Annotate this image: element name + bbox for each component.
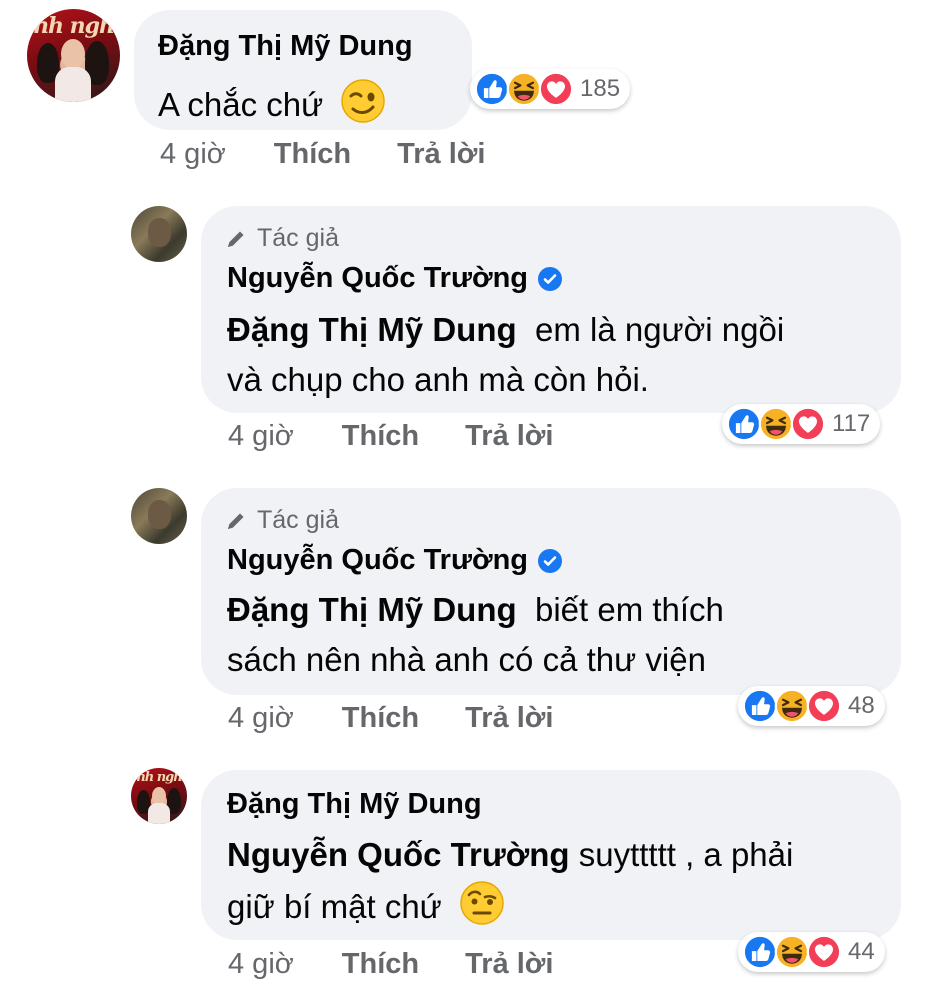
comment-bubble[interactable]: Tác giả Nguyễn Quốc Trường Đặng Thị Mỹ D… bbox=[201, 488, 901, 695]
haha-icon bbox=[774, 934, 810, 970]
comment-author[interactable]: Đặng Thị Mỹ Dung bbox=[158, 30, 413, 63]
love-icon bbox=[806, 688, 842, 724]
mention-link[interactable]: Đặng Thị Mỹ Dung bbox=[227, 591, 517, 628]
reaction-count: 44 bbox=[848, 938, 875, 965]
avatar[interactable]: nh ngh bbox=[27, 9, 120, 102]
like-button[interactable]: Thích bbox=[342, 948, 419, 981]
reaction-summary[interactable]: 48 bbox=[738, 686, 885, 726]
timestamp[interactable]: 4 giờ bbox=[228, 420, 294, 453]
author-tag: Tác giả bbox=[225, 506, 339, 535]
comment-body-line2: giữ bí mật chứ bbox=[227, 888, 442, 926]
like-icon bbox=[742, 688, 778, 724]
avatar-banner-text: nh ngh bbox=[136, 770, 182, 785]
comment-actions: 4 giờ Thích Trả lời bbox=[228, 702, 599, 735]
reply-button[interactable]: Trả lời bbox=[465, 702, 553, 735]
comment-bubble[interactable]: Đặng Thị Mỹ Dung Nguyễn Quốc Trường suyt… bbox=[201, 770, 901, 940]
reply-button[interactable]: Trả lời bbox=[465, 420, 553, 453]
reply-button[interactable]: Trả lời bbox=[465, 948, 553, 981]
author-tag-label: Tác giả bbox=[257, 224, 339, 252]
comment-body-line1: biết em thích bbox=[534, 591, 724, 628]
reply-button[interactable]: Trả lời bbox=[397, 138, 485, 171]
mention-link[interactable]: Đặng Thị Mỹ Dung bbox=[227, 311, 517, 348]
like-icon bbox=[726, 406, 762, 442]
reaction-summary[interactable]: 185 bbox=[470, 69, 631, 109]
mention-link[interactable]: Nguyễn Quốc Trường bbox=[227, 836, 570, 873]
love-icon bbox=[538, 71, 574, 107]
comment-author[interactable]: Nguyễn Quốc Trường bbox=[227, 544, 563, 577]
comment-body: A chắc chứ bbox=[158, 86, 324, 124]
verified-badge-icon bbox=[538, 548, 563, 573]
timestamp[interactable]: 4 giờ bbox=[228, 948, 294, 981]
like-button[interactable]: Thích bbox=[274, 138, 351, 171]
comment-bubble[interactable]: Tác giả Nguyễn Quốc Trường Đặng Thị Mỹ D… bbox=[201, 206, 901, 413]
comment-actions: 4 giờ Thích Trả lời bbox=[160, 138, 531, 171]
pencil-icon bbox=[228, 231, 244, 247]
comment-body-line2: sách nên nhà anh có cả thư viện bbox=[227, 641, 706, 678]
reaction-count: 117 bbox=[832, 410, 871, 437]
reaction-summary[interactable]: 44 bbox=[738, 932, 885, 972]
comment-bubble[interactable]: Đặng Thị Mỹ Dung A chắc chứ bbox=[134, 10, 472, 130]
comment-author[interactable]: Nguyễn Quốc Trường bbox=[227, 262, 563, 295]
like-icon bbox=[474, 71, 510, 107]
author-tag: Tác giả bbox=[225, 224, 339, 253]
author-name[interactable]: Nguyễn Quốc Trường bbox=[227, 544, 528, 577]
like-button[interactable]: Thích bbox=[342, 420, 419, 453]
author-tag-label: Tác giả bbox=[257, 506, 339, 534]
verified-badge-icon bbox=[538, 266, 563, 291]
comment-body-line1: suyttttt , a phải bbox=[578, 836, 794, 873]
author-name[interactable]: Nguyễn Quốc Trường bbox=[227, 262, 528, 295]
pencil-icon bbox=[228, 513, 244, 529]
wink-emoji-icon bbox=[340, 78, 386, 137]
comment-text-line2: giữ bí mật chứ bbox=[227, 880, 505, 939]
comment-body-line1: em là người ngồi bbox=[534, 311, 785, 348]
avatar-banner-text: nh ngh bbox=[32, 13, 115, 39]
comment-text: Nguyễn Quốc Trường suyttttt , a phải bbox=[227, 831, 793, 879]
reaction-summary[interactable]: 117 bbox=[722, 404, 881, 444]
haha-icon bbox=[774, 688, 810, 724]
timestamp[interactable]: 4 giờ bbox=[160, 138, 226, 171]
comment-text: Đặng Thị Mỹ Dung em là người ngồi bbox=[227, 306, 784, 354]
comment-actions: 4 giờ Thích Trả lời bbox=[228, 420, 599, 453]
like-icon bbox=[742, 934, 778, 970]
avatar[interactable] bbox=[131, 206, 187, 262]
comment-author[interactable]: Đặng Thị Mỹ Dung bbox=[227, 788, 482, 821]
reaction-count: 185 bbox=[580, 75, 621, 102]
avatar[interactable]: nh ngh bbox=[131, 768, 187, 824]
comment-actions: 4 giờ Thích Trả lời bbox=[228, 948, 599, 981]
like-button[interactable]: Thích bbox=[342, 702, 419, 735]
haha-icon bbox=[758, 406, 794, 442]
timestamp[interactable]: 4 giờ bbox=[228, 702, 294, 735]
comment-text: Đặng Thị Mỹ Dung biết em thích bbox=[227, 586, 724, 634]
haha-icon bbox=[506, 71, 542, 107]
love-icon bbox=[806, 934, 842, 970]
love-icon bbox=[790, 406, 826, 442]
reaction-count: 48 bbox=[848, 692, 875, 719]
raised-eyebrow-emoji-icon bbox=[459, 880, 505, 939]
comment-body-line2: và chụp cho anh mà còn hỏi. bbox=[227, 361, 649, 398]
avatar[interactable] bbox=[131, 488, 187, 544]
comment-text: A chắc chứ bbox=[158, 78, 386, 137]
